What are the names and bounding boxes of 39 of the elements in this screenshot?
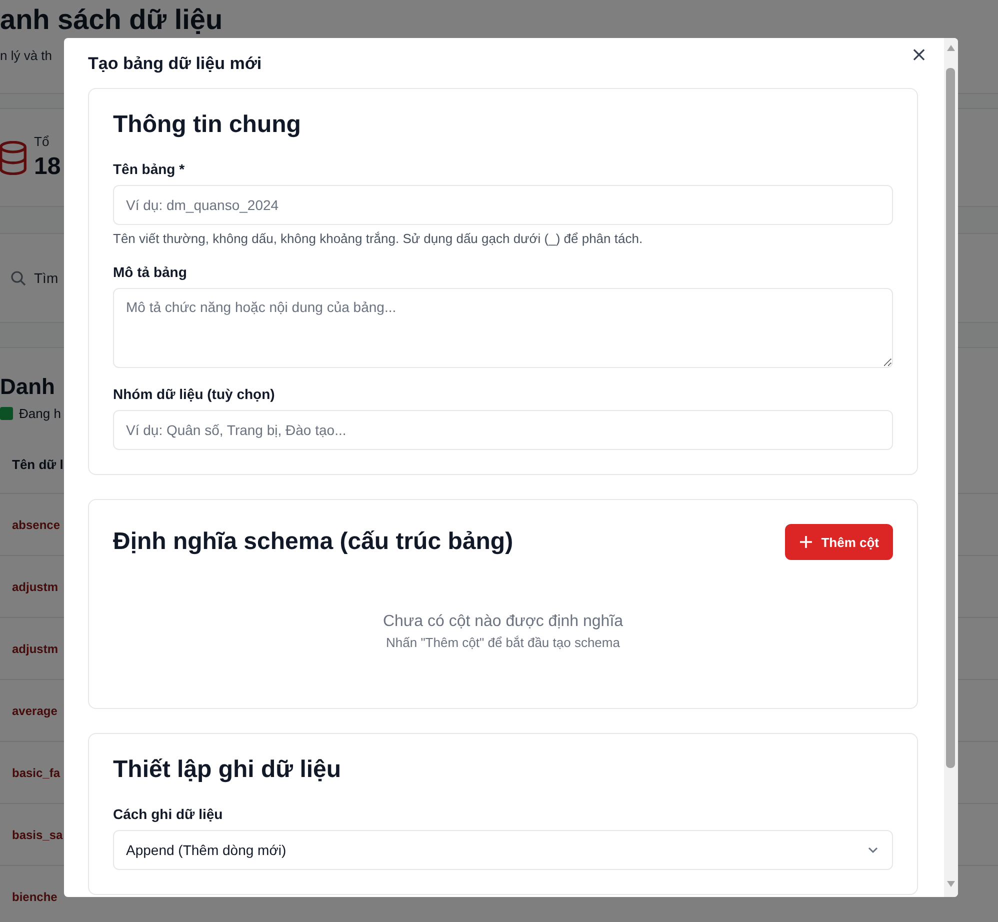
- page-subtitle: n lý và th: [0, 48, 52, 63]
- empty-state-hint: Nhấn "Thêm cột" để bắt đầu tạo schema: [386, 635, 620, 650]
- section-title: Định nghĩa schema (cấu trúc bảng): [113, 528, 514, 556]
- column-header: Tên dữ l: [12, 456, 64, 472]
- field-label: Tên bảng *: [113, 161, 186, 177]
- table-cell: average: [12, 704, 58, 718]
- table-cell: basic_fa: [12, 766, 60, 780]
- checkbox[interactable]: [0, 407, 13, 420]
- input-field[interactable]: Ví dụ: dm_quanso_2024: [113, 185, 893, 225]
- field-label: Mô tả bảng: [113, 264, 188, 280]
- database-icon: [0, 140, 28, 174]
- table-cell: basis_sa: [12, 828, 63, 842]
- search-icon: [10, 270, 26, 286]
- filter-label: Đang h: [19, 406, 61, 421]
- empty-state-title: Chưa có cột nào được định nghĩa: [382, 613, 624, 631]
- scroll-up-icon: [946, 44, 956, 52]
- scrollbar-thumb[interactable]: [946, 68, 955, 768]
- field-label: Nhóm dữ liệu (tuỳ chọn): [113, 386, 276, 402]
- select-field[interactable]: Append (Thêm dòng mới): [113, 830, 893, 870]
- scrollbar[interactable]: [944, 38, 958, 897]
- section-title: Thông tin chung: [113, 111, 302, 139]
- page-title: anh sách dữ liệu: [0, 4, 223, 36]
- table-cell: absence: [12, 518, 60, 532]
- list-title: Danh: [0, 374, 55, 400]
- stat-label: Tổ: [34, 134, 50, 149]
- input-field[interactable]: Ví dụ: Quân số, Trang bị, Đào tạo...: [113, 410, 893, 450]
- stat-value: 18: [34, 153, 61, 181]
- table-cell: bienche: [12, 890, 58, 904]
- add-column-button[interactable]: Thêm cột: [785, 524, 893, 560]
- field-label: Cách ghi dữ liệu: [113, 806, 224, 822]
- dialog-title: Tạo bảng dữ liệu mới: [88, 54, 262, 74]
- scroll-down-icon: [946, 880, 956, 888]
- textarea-field[interactable]: Mô tả chức năng hoặc nội dung của bảng...: [113, 288, 893, 368]
- section-title: Thiết lập ghi dữ liệu: [113, 756, 342, 784]
- plus-icon: [799, 535, 814, 549]
- field-hint: Tên viết thường, không dấu, không khoảng trắng. Sử dụng dấu gạch dưới (_) để phân tách.: [113, 231, 644, 246]
- close-button[interactable]: ×: [909, 42, 929, 66]
- table-cell: adjustm: [12, 642, 58, 656]
- table-cell: adjustm: [12, 580, 58, 594]
